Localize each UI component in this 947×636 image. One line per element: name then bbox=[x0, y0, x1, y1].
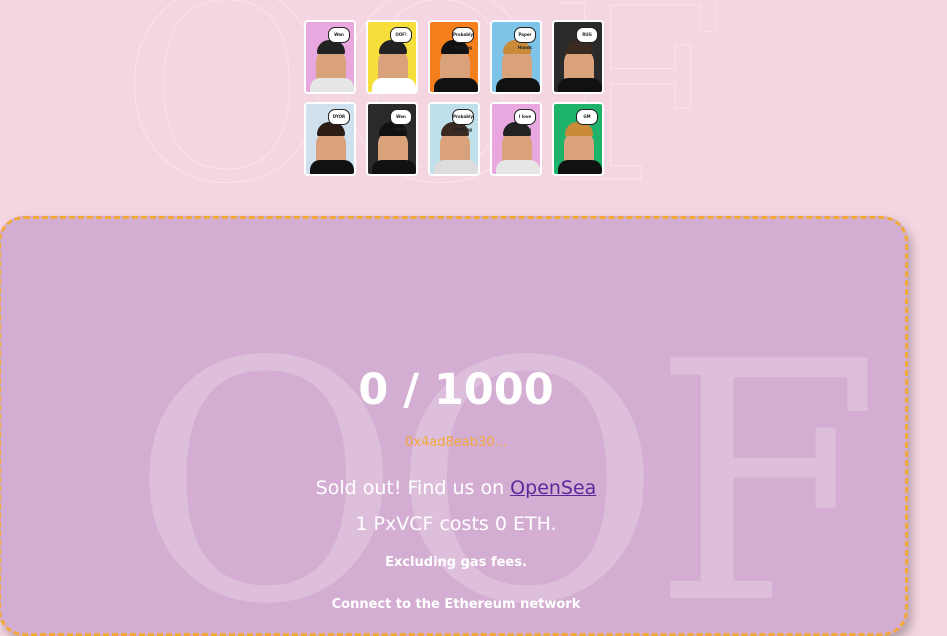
character-shirt bbox=[372, 78, 416, 92]
speech-bubble: DYOR bbox=[328, 109, 350, 125]
character-shirt bbox=[310, 78, 354, 92]
character-shirt bbox=[496, 160, 540, 174]
nft-card[interactable]: Probably Nothing bbox=[428, 102, 480, 176]
nft-card[interactable]: Probably Nothing bbox=[428, 20, 480, 94]
speech-bubble: Probably Nothing bbox=[452, 27, 474, 50]
character-shirt bbox=[558, 160, 602, 174]
sold-out-text: Sold out! Find us on bbox=[315, 477, 511, 499]
nft-card[interactable]: DYOR bbox=[304, 102, 356, 176]
nft-card[interactable]: Paper Hands bbox=[490, 20, 542, 94]
sold-out-message: Sold out! Find us on OpenSea bbox=[1, 477, 905, 499]
character-shirt bbox=[434, 78, 478, 92]
connect-network-text: Connect to the Ethereum network bbox=[331, 597, 581, 612]
gas-fees-note: Excluding gas fees. bbox=[385, 555, 527, 570]
speech-bubble: GM bbox=[576, 109, 598, 125]
opensea-link[interactable]: OpenSea bbox=[510, 477, 596, 499]
character-shirt bbox=[558, 78, 602, 92]
character-shirt bbox=[310, 160, 354, 174]
character-shirt bbox=[496, 78, 540, 92]
nft-card[interactable]: OOF! bbox=[366, 20, 418, 94]
nft-card[interactable]: Wen Mint bbox=[304, 20, 356, 94]
character-shirt bbox=[434, 160, 478, 174]
speech-bubble: Wen Moon bbox=[390, 109, 412, 132]
speech-bubble: RUG bbox=[576, 27, 598, 43]
speech-bubble: Paper Hands bbox=[514, 27, 536, 50]
mint-count: 0 / 1000 bbox=[358, 365, 554, 415]
mint-panel: OOF 0 / 1000 0x4ad8eab30... Sold out! Fi… bbox=[0, 216, 908, 636]
speech-bubble: Wen Mint bbox=[328, 27, 350, 50]
nft-card-grid: Wen Mint OOF! Probably Nothing Paper Hands R… bbox=[304, 20, 604, 176]
nft-card[interactable]: I love bears bbox=[490, 102, 542, 176]
nft-card[interactable]: Wen Moon bbox=[366, 102, 418, 176]
character-shirt bbox=[372, 160, 416, 174]
speech-bubble: I love bears bbox=[514, 109, 536, 132]
nft-card[interactable]: RUG bbox=[552, 20, 604, 94]
nft-card[interactable]: GM bbox=[552, 102, 604, 176]
cost-text: 1 PxVCF costs 0 ETH. bbox=[355, 513, 557, 535]
speech-bubble: Probably Nothing bbox=[452, 109, 474, 132]
contract-address-link[interactable]: 0x4ad8eab30... bbox=[1, 435, 905, 450]
speech-bubble: OOF! bbox=[390, 27, 412, 43]
